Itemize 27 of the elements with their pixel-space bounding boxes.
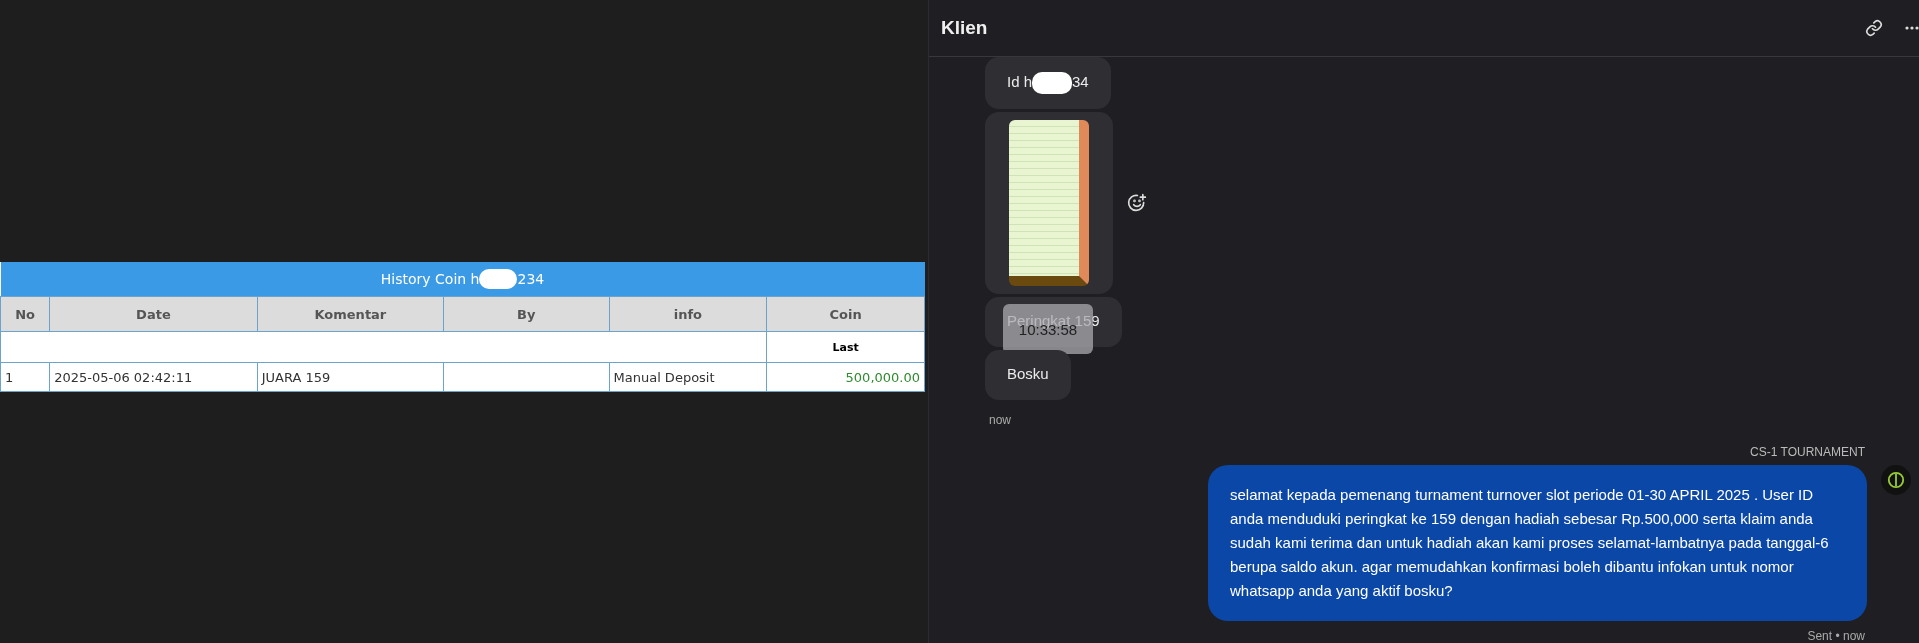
title-text: 234 xyxy=(517,271,545,287)
message-bubble: selamat kepada pemenang turnament turnover slot periode 01-30 APRIL 2025 . User ID anda menduduki peringkat ke 159 dengan hadiah sebesar Rp.500,000 serta klaim anda sudah kami terima dan untuk hadiah akan kami proses selamat-lambatnya pada tanggal-6 berupa saldo akun. agar memudahkan konfirmasi boleh dibantu infokan untuk nomor whatsapp anda yang aktif bosku? xyxy=(1208,465,1867,621)
add-reaction-icon[interactable] xyxy=(1127,193,1147,213)
message-time: now xyxy=(989,413,1012,427)
column-header: By xyxy=(443,296,609,332)
table-cell: 1 xyxy=(0,362,50,392)
message-status: Sent • now xyxy=(1807,629,1865,643)
chat-title: Klien xyxy=(941,17,988,39)
column-header: info xyxy=(609,296,767,332)
column-header: No xyxy=(0,296,50,332)
column-header: Komentar xyxy=(257,296,444,332)
column-header: Coin xyxy=(766,296,925,332)
table-cell: Manual Deposit xyxy=(609,362,767,392)
table-cell: JUARA 159 xyxy=(257,362,444,392)
table-cell: Last xyxy=(766,331,925,363)
logo-icon xyxy=(1887,471,1905,489)
image-message[interactable] xyxy=(985,112,1113,294)
sender-name: CS-1 TOURNAMENT xyxy=(1750,445,1865,459)
message-bubble: Bosku xyxy=(985,350,1071,400)
title-text: History Coin h xyxy=(380,271,480,287)
message-bubble: Id h 34 xyxy=(985,57,1111,109)
redaction-blob xyxy=(479,269,518,289)
column-header: Date xyxy=(49,296,258,332)
table-cell: 500,000.00 xyxy=(766,362,925,392)
more-icon[interactable] xyxy=(1905,26,1919,30)
link-icon[interactable] xyxy=(1865,19,1883,37)
table-cell: 2025-05-06 02:42:11 xyxy=(49,362,258,392)
